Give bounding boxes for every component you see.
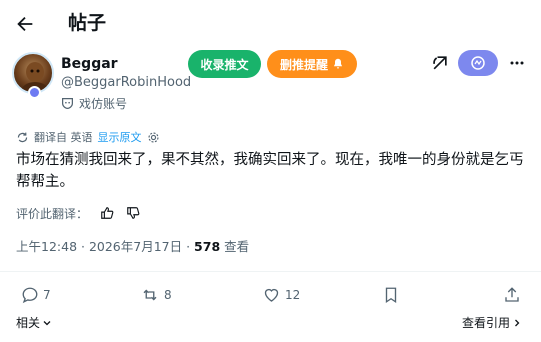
more-options-icon[interactable] [508, 54, 526, 72]
share-button[interactable] [503, 284, 521, 306]
share-icon [503, 286, 521, 304]
bookmark-icon [383, 286, 399, 304]
related-dropdown[interactable]: 相关 [16, 314, 52, 331]
thumbs-up-icon[interactable] [100, 206, 114, 220]
bookmark-button[interactable] [383, 284, 399, 306]
repost-button[interactable]: 8 [140, 284, 172, 306]
translate-icon [16, 131, 29, 144]
post-text: 市场在猜测我回来了，果不其然，我确实回来了。现在，我唯一的身份就是乞丐帮帮主。 [16, 152, 524, 190]
view-quotes-label: 查看引用 [462, 316, 511, 330]
collect-tweet-label: 收录推文 [200, 57, 249, 72]
reply-count: 7 [43, 288, 51, 302]
ai-assistant-button[interactable] [458, 50, 498, 76]
related-label: 相关 [16, 316, 41, 330]
reply-icon [21, 286, 39, 304]
author-name[interactable]: Beggar [61, 55, 118, 73]
view-count: 578 [194, 239, 221, 254]
chevron-right-icon [512, 318, 522, 328]
parody-account-label: 戏仿账号 [61, 94, 127, 112]
views-label: 查看 [220, 239, 250, 254]
page-title: 帖子 [68, 12, 107, 34]
show-original-link[interactable]: 显示原文 [98, 129, 142, 145]
parody-mask-icon [61, 97, 74, 110]
avatar-badge [28, 86, 41, 99]
author-handle[interactable]: @BeggarRobinHood [61, 74, 191, 91]
collect-tweet-button[interactable]: 收录推文 [188, 50, 261, 78]
chevron-down-icon [42, 318, 52, 328]
post-timestamp[interactable]: 上午12:48 · 2026年7月17日 · [16, 239, 194, 254]
thumbs-down-icon[interactable] [126, 206, 140, 220]
translated-from-text: 翻译自 英语 [34, 131, 93, 144]
grok-icon[interactable] [430, 53, 450, 73]
repost-count: 8 [164, 288, 172, 302]
translation-row: 翻译自 英语 显示原文 [16, 128, 160, 146]
post-meta: 上午12:48 · 2026年7月17日 · 578 查看 [16, 238, 249, 256]
heart-icon [262, 286, 281, 304]
divider [0, 271, 541, 272]
bell-icon [332, 58, 344, 70]
like-count: 12 [285, 288, 301, 302]
ai-sparkle-icon [470, 55, 486, 71]
delete-alert-button[interactable]: 删推提醒 [267, 50, 357, 78]
rate-translation-row: 评价此翻译： [16, 204, 140, 222]
view-quotes-link[interactable]: 查看引用 [462, 314, 522, 331]
arrow-left-icon[interactable] [14, 13, 36, 35]
reply-button[interactable]: 7 [21, 284, 51, 306]
repost-icon [140, 286, 160, 304]
parody-text: 戏仿账号 [79, 96, 128, 111]
gear-icon[interactable] [147, 131, 160, 144]
delete-alert-label: 删推提醒 [279, 57, 328, 72]
like-button[interactable]: 12 [262, 284, 300, 306]
rate-translation-label: 评价此翻译： [16, 206, 89, 221]
